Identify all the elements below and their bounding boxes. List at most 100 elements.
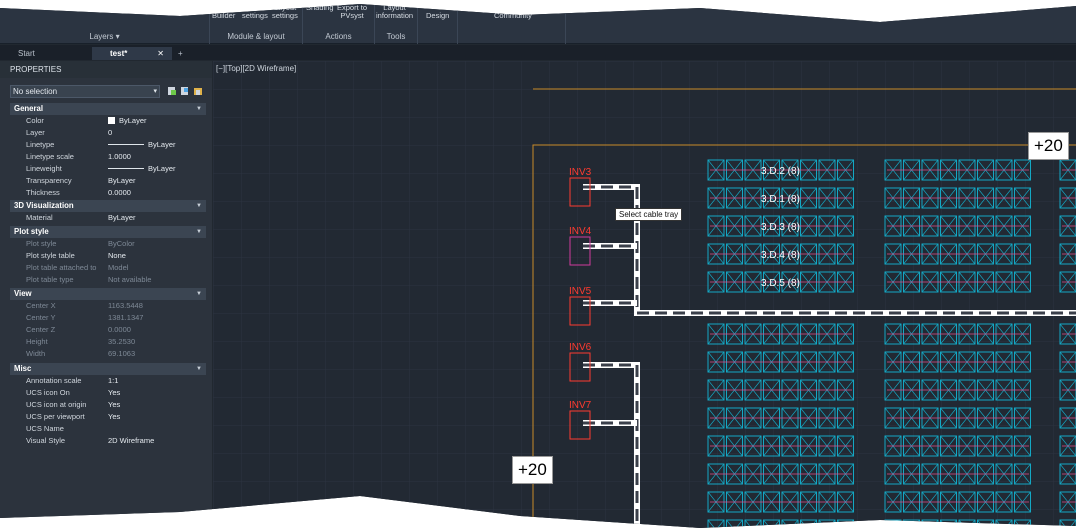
prop-value: Yes: [108, 412, 121, 421]
linetype-value: ByLayer: [148, 140, 176, 149]
layout-settings-button[interactable]: Layout settings: [272, 4, 298, 20]
tab-test[interactable]: test* ✕: [92, 47, 172, 60]
prop-value: ByLayer: [108, 176, 136, 185]
prop-value: 2D Wireframe: [108, 436, 155, 445]
properties-palette: PROPERTIES No selection ▾ General ▼ Color…: [0, 61, 212, 528]
inverter-label: INV4: [569, 226, 592, 237]
design-button[interactable]: Design: [426, 12, 449, 20]
lineweight-preview: [108, 168, 144, 169]
prop-row[interactable]: Plot style ByColor: [10, 238, 206, 250]
pv-module-cross: [903, 519, 920, 528]
export-pvsyst-button[interactable]: Export to PVsyst: [337, 4, 367, 20]
community-button[interactable]: Community: [494, 12, 532, 20]
prop-row[interactable]: Linetype ByLayer: [10, 139, 206, 151]
shading-button[interactable]: Shading: [306, 4, 334, 12]
prop-row[interactable]: Center X 1163.5448: [10, 300, 206, 312]
prop-value: 1381.1347: [108, 313, 144, 322]
section-plot-style[interactable]: Plot style ▼: [10, 226, 206, 238]
prop-name: Center X: [26, 301, 56, 310]
tools-panel-title: Tools: [386, 32, 406, 41]
selection-dropdown[interactable]: No selection ▾: [10, 85, 160, 98]
viewport-controls[interactable]: [−][Top][2D Wireframe]: [216, 64, 296, 73]
quick-select-icon[interactable]: [166, 85, 206, 98]
selection-value: No selection: [13, 87, 58, 96]
prop-row[interactable]: Color ByLayer: [10, 115, 206, 127]
collapse-icon: ▼: [196, 203, 202, 209]
prop-row[interactable]: Annotation scale 1:1: [10, 375, 206, 387]
prop-row[interactable]: UCS icon On Yes: [10, 387, 206, 399]
prop-row[interactable]: Center Z 0.0000: [10, 324, 206, 336]
prop-value: Yes: [108, 400, 121, 409]
prop-name: Center Y: [26, 313, 56, 322]
prop-name: Center Z: [26, 325, 56, 334]
prop-row[interactable]: Plot style table None: [10, 250, 206, 262]
elevation-tag: +20: [512, 456, 553, 484]
prop-name: Plot style table: [26, 251, 75, 260]
prop-row[interactable]: Material ByLayer: [10, 212, 206, 224]
color-value: ByLayer: [119, 116, 147, 125]
grid-background: [213, 61, 1076, 528]
section-title: View: [14, 289, 32, 298]
module-layout-panel: Builder settings Layout settings Module …: [210, 4, 303, 44]
new-tab-button[interactable]: +: [172, 47, 192, 60]
prop-row[interactable]: Thickness 0.0000: [10, 187, 206, 199]
prop-name: UCS icon On: [26, 388, 70, 397]
prop-row[interactable]: Lineweight ByLayer: [10, 163, 206, 175]
collapse-icon: ▼: [196, 366, 202, 372]
prop-value: ByLayer: [108, 115, 147, 127]
prop-row[interactable]: Visual Style 2D Wireframe: [10, 435, 206, 447]
prop-row[interactable]: UCS Name: [10, 423, 206, 435]
block-label: 3.D.3 (8): [761, 222, 800, 233]
prop-value: Model: [108, 263, 129, 272]
prop-name: Height: [26, 337, 48, 346]
section-3d-visualization[interactable]: 3D Visualization ▼: [10, 200, 206, 212]
chevron-down-icon: ▾: [153, 88, 157, 95]
prop-row[interactable]: Plot table attached to Model: [10, 262, 206, 274]
block-label: 3.D.5 (8): [761, 278, 800, 289]
prop-name: UCS icon at origin: [26, 400, 87, 409]
layout-information-button[interactable]: Layout information: [376, 4, 413, 20]
section-title: 3D Visualization: [14, 201, 74, 210]
prop-value: Yes: [108, 388, 121, 397]
ribbon: Layers ▾ Builder settings Layout setting…: [0, 4, 1076, 44]
section-general[interactable]: General ▼: [10, 103, 206, 115]
pv-module: [884, 519, 902, 528]
prop-name: Annotation scale: [26, 376, 82, 385]
prop-name: UCS per viewport: [26, 412, 85, 421]
drawing-canvas[interactable]: INV3 INV4 INV5 INV6 INV7 3.D.2 (8) 3.D.1 (8) 3…: [213, 61, 1076, 528]
properties-header: PROPERTIES: [0, 61, 212, 78]
prop-value: 0.0000: [108, 325, 131, 334]
prop-row[interactable]: UCS icon at origin Yes: [10, 399, 206, 411]
prop-name: Plot table type: [26, 275, 74, 284]
prop-row[interactable]: Layer 0: [10, 127, 206, 139]
prop-name: Plot table attached to: [26, 263, 97, 272]
prop-row[interactable]: Transparency ByLayer: [10, 175, 206, 187]
close-tab-icon[interactable]: ✕: [157, 47, 164, 60]
prop-value: ByLayer: [108, 163, 176, 175]
section-misc[interactable]: Misc ▼: [10, 363, 206, 375]
tab-start[interactable]: Start: [0, 47, 92, 60]
prop-row[interactable]: Plot table type Not available: [10, 274, 206, 286]
prop-row[interactable]: Linetype scale 1.0000: [10, 151, 206, 163]
prop-value: 69.1063: [108, 349, 136, 358]
actions-panel: Shading Export to PVsyst Actions: [303, 4, 375, 44]
prop-value: 0: [108, 128, 113, 137]
prop-value: None: [108, 251, 126, 260]
builder-button[interactable]: Builder: [212, 12, 235, 20]
prop-name: Linetype scale: [26, 152, 74, 161]
layers-panel-title[interactable]: Layers ▾: [0, 32, 209, 41]
settings-button[interactable]: settings: [242, 12, 268, 20]
prop-row[interactable]: UCS per viewport Yes: [10, 411, 206, 423]
layers-panel: Layers ▾: [0, 4, 210, 44]
prop-row[interactable]: Width 69.1063: [10, 348, 206, 360]
tooltip: Select cable tray: [615, 208, 683, 221]
prop-name: Width: [26, 349, 46, 358]
section-view[interactable]: View ▼: [10, 288, 206, 300]
pv-module: [903, 519, 920, 528]
section-title: Misc: [14, 364, 32, 373]
collapse-icon: ▼: [196, 106, 202, 112]
prop-row[interactable]: Height 35.2530: [10, 336, 206, 348]
cad-drawing[interactable]: INV3 INV4 INV5 INV6 INV7 3.D.2 (8) 3.D.1 (8) 3…: [213, 61, 1076, 528]
prop-row[interactable]: Center Y 1381.1347: [10, 312, 206, 324]
selection-tools: [166, 85, 206, 98]
